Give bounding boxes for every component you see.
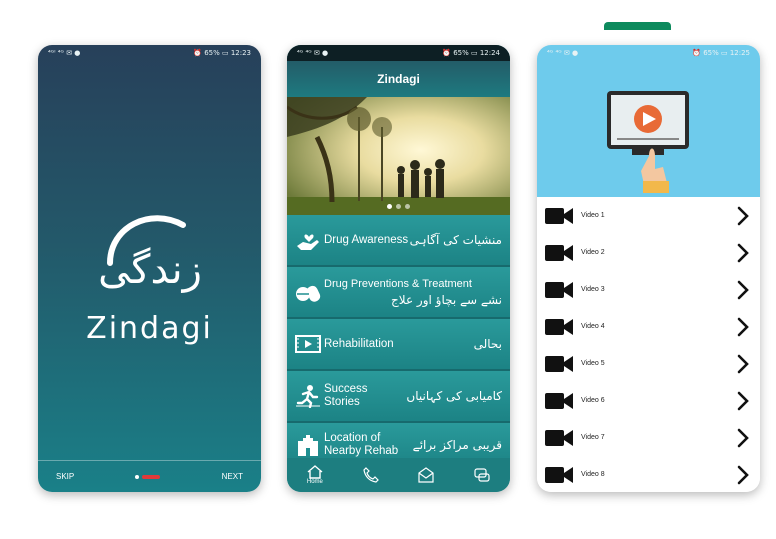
- banner-carousel[interactable]: [287, 97, 510, 215]
- status-left: ⁴ᴳ ⁴ᴳ ✉ ●: [297, 49, 329, 57]
- screenshot-stage: ⁴ᴳᴵ ⁴ᴳ ✉ ● ⏰ 65% ▭ 12:23 زندگی Zindagi S…: [0, 0, 776, 539]
- menu-urdu-label: قریبی مراکز برائے: [412, 438, 502, 452]
- video-label: Video 8: [581, 471, 605, 478]
- status-left: ⁴ᴳ ⁴ᴳ ✉ ●: [547, 49, 579, 57]
- video-camera-icon: [545, 207, 573, 224]
- carousel-dots: [287, 204, 510, 209]
- page-dot-active: [142, 474, 161, 479]
- video-label: Video 5: [581, 360, 605, 367]
- nav-mail[interactable]: [418, 467, 434, 483]
- carousel-dot: [396, 204, 401, 209]
- video-row[interactable]: Video 1: [537, 197, 760, 234]
- home-phone: ⁴ᴳ ⁴ᴳ ✉ ● ⏰ 65% ▭ 12:24 Zindagi Drug Awa…: [287, 45, 510, 492]
- hospital-icon: [295, 432, 321, 458]
- menu-urdu-label: بحالی: [473, 337, 502, 351]
- menu-label: Drug Awareness: [324, 233, 409, 246]
- page-dot: [135, 474, 140, 479]
- status-bar: ⁴ᴳ ⁴ᴳ ✉ ● ⏰ 65% ▭ 12:25: [537, 45, 760, 61]
- chevron-right-icon: [737, 391, 749, 410]
- menu-label: Rehabilitation: [324, 337, 394, 350]
- chevron-right-icon: [737, 243, 749, 262]
- app-bar-title: Zindagi: [287, 61, 510, 97]
- onboarding-footer: SKIP NEXT: [38, 460, 261, 492]
- menu-urdu-label: نشے سے بچاؤ اور علاج: [391, 292, 502, 307]
- chevron-right-icon: [737, 280, 749, 299]
- status-bar: ⁴ᴳ ⁴ᴳ ✉ ● ⏰ 65% ▭ 12:24: [287, 45, 510, 61]
- video-row[interactable]: Video 8: [537, 456, 760, 492]
- video-camera-icon: [545, 281, 573, 298]
- video-player-icon: [295, 331, 321, 357]
- video-camera-icon: [545, 466, 573, 483]
- video-label: Video 6: [581, 397, 605, 404]
- video-hero-illustration: [537, 61, 760, 197]
- mail-icon: [418, 467, 434, 483]
- video-camera-icon: [545, 318, 573, 335]
- status-right: ⏰ 65% ▭ 12:24: [442, 49, 500, 57]
- carousel-dot: [405, 204, 410, 209]
- logo-urdu-text: زندگی: [98, 247, 202, 293]
- status-bar: ⁴ᴳᴵ ⁴ᴳ ✉ ● ⏰ 65% ▭ 12:23: [38, 45, 261, 61]
- nav-label: Home: [306, 479, 323, 485]
- video-label: Video 1: [581, 212, 605, 219]
- menu-label: Drug Preventions & Treatment: [324, 277, 472, 290]
- video-list: Video 1 Video 2 Video 3 Video 4 Video 5 Video…: [537, 197, 760, 492]
- menu-rehabilitation[interactable]: Rehabilitation بحالی: [287, 319, 510, 371]
- status-right: ⏰ 65% ▭ 12:25: [692, 49, 750, 57]
- menu-label: Success Stories: [324, 383, 368, 408]
- status-right: ⏰ 65% ▭ 12:23: [193, 49, 251, 57]
- chevron-right-icon: [737, 206, 749, 225]
- menu-urdu-label: منشیات کی آگاہی: [409, 233, 502, 247]
- video-label: Video 3: [581, 286, 605, 293]
- videos-phone: ⁴ᴳ ⁴ᴳ ✉ ● ⏰ 65% ▭ 12:25 Video 1 Video 2 Vi…: [537, 45, 760, 492]
- menu-success-stories[interactable]: Success Stories کامیابی کی کہانیاں: [287, 371, 510, 423]
- home-icon: [307, 465, 323, 479]
- chevron-right-icon: [737, 465, 749, 484]
- video-label: Video 4: [581, 323, 605, 330]
- menu-drug-awareness[interactable]: Drug Awareness منشیات کی آگاہی: [287, 215, 510, 267]
- next-button[interactable]: NEXT: [222, 472, 243, 481]
- video-row[interactable]: Video 5: [537, 345, 760, 382]
- app-logo: زندگی Zindagi: [38, 205, 261, 346]
- background-tab: [604, 22, 671, 30]
- hand-heart-icon: [295, 227, 321, 253]
- video-row[interactable]: Video 7: [537, 419, 760, 456]
- chevron-right-icon: [737, 428, 749, 447]
- menu-text-group: Drug Preventions & Treatment نشے سے بچاؤ…: [324, 278, 502, 307]
- video-camera-icon: [545, 355, 573, 372]
- tablet-play-icon: [607, 91, 689, 193]
- status-left: ⁴ᴳᴵ ⁴ᴳ ✉ ●: [48, 49, 81, 57]
- video-row[interactable]: Video 6: [537, 382, 760, 419]
- family-sunset-image: [287, 97, 510, 215]
- video-label: Video 7: [581, 434, 605, 441]
- video-camera-icon: [545, 244, 573, 261]
- pills-icon: [295, 279, 321, 305]
- nav-call[interactable]: [362, 467, 379, 483]
- chevron-right-icon: [737, 317, 749, 336]
- splash-phone: ⁴ᴳᴵ ⁴ᴳ ✉ ● ⏰ 65% ▭ 12:23 زندگی Zindagi S…: [38, 45, 261, 492]
- video-camera-icon: [545, 429, 573, 446]
- bottom-navigation: Home: [287, 458, 510, 492]
- runner-icon: [295, 383, 321, 409]
- page-indicator: [135, 474, 161, 479]
- chat-icon: [474, 468, 490, 482]
- chevron-right-icon: [737, 354, 749, 373]
- nav-chat[interactable]: [474, 467, 490, 483]
- logo-arc-icon: زندگی: [98, 215, 202, 293]
- video-camera-icon: [545, 392, 573, 409]
- carousel-dot-active: [387, 204, 392, 209]
- app-title: Zindagi: [86, 311, 213, 346]
- menu-label: Location of Nearby Rehab: [324, 432, 399, 457]
- video-row[interactable]: Video 3: [537, 271, 760, 308]
- skip-button[interactable]: SKIP: [56, 472, 74, 481]
- video-row[interactable]: Video 4: [537, 308, 760, 345]
- menu-urdu-label: کامیابی کی کہانیاں: [406, 389, 502, 403]
- video-row[interactable]: Video 2: [537, 234, 760, 271]
- nav-home[interactable]: Home: [307, 465, 323, 485]
- phone-icon: [362, 467, 379, 483]
- video-label: Video 2: [581, 249, 605, 256]
- menu-drug-prevention[interactable]: Drug Preventions & Treatment نشے سے بچاؤ…: [287, 267, 510, 319]
